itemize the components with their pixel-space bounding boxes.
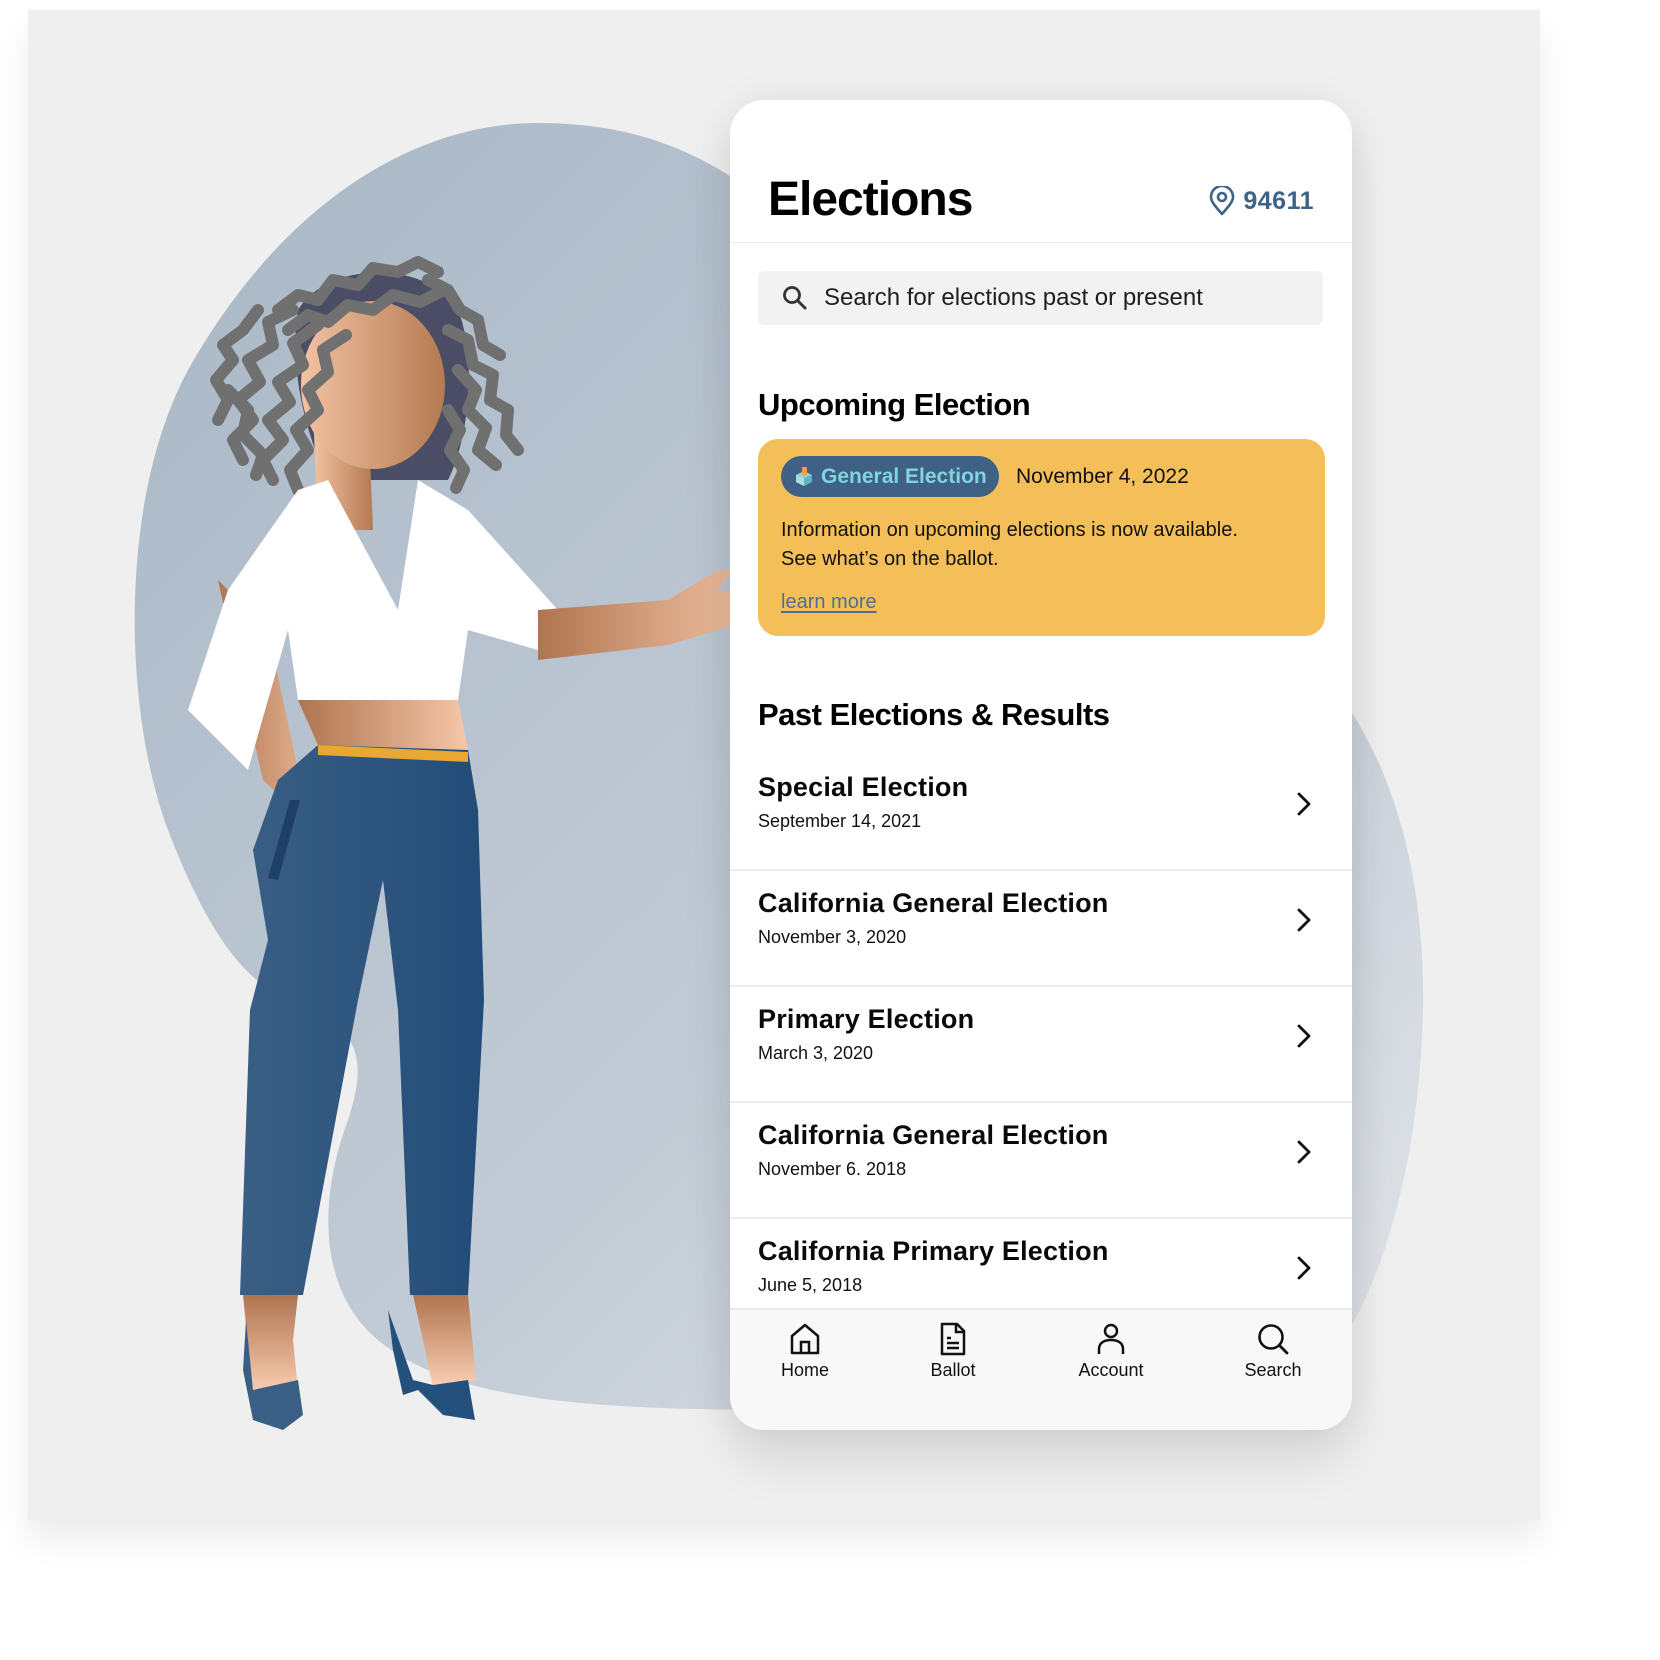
upcoming-election-card: General Election November 4, 2022 Inform…: [758, 439, 1325, 636]
learn-more-link[interactable]: learn more: [781, 591, 877, 614]
list-item[interactable]: California General Election November 6. …: [730, 1103, 1352, 1219]
phone-app-screen: Elections 94611 Upcoming Election: [730, 100, 1352, 1430]
nav-home[interactable]: Home: [750, 1322, 860, 1381]
background-canvas: Elections 94611 Upcoming Election: [28, 10, 1540, 1520]
app-header: Elections 94611: [730, 100, 1352, 243]
election-date: November 6. 2018: [758, 1159, 907, 1179]
election-name: California Primary Election: [758, 1236, 1109, 1266]
election-name: Special Election: [758, 772, 969, 802]
chevron-right-icon: [1297, 1024, 1311, 1048]
nav-label: Home: [780, 1360, 829, 1380]
list-item[interactable]: Special Election September 14, 2021: [730, 755, 1352, 871]
nav-label: Account: [1078, 1360, 1144, 1380]
election-date: September 14, 2021: [758, 811, 922, 831]
zip-code: 94611: [1243, 186, 1314, 215]
document-icon: [940, 1322, 966, 1356]
nav-search[interactable]: Search: [1218, 1322, 1328, 1381]
nav-label: Search: [1244, 1360, 1302, 1380]
page-title: Elections: [768, 173, 973, 226]
ballot-box-icon: [796, 466, 812, 486]
past-elections-list: Special Election September 14, 2021 Cali…: [730, 755, 1352, 1333]
nav-account[interactable]: Account: [1056, 1322, 1166, 1381]
election-date: March 3, 2020: [758, 1043, 874, 1063]
past-section-title: Past Elections & Results: [758, 697, 1110, 732]
search-bar[interactable]: [758, 271, 1323, 325]
election-name: California General Election: [758, 1120, 1109, 1150]
election-date: June 5, 2018: [758, 1275, 863, 1295]
chevron-right-icon: [1297, 1256, 1311, 1280]
search-icon: [1258, 1324, 1289, 1355]
chevron-right-icon: [1297, 908, 1311, 932]
bottom-navigation: Home Ballot Account Search: [730, 1308, 1352, 1430]
location-zip-button[interactable]: 94611: [1209, 186, 1314, 216]
election-date: November 3, 2020: [758, 927, 907, 947]
election-type-badge: General Election: [781, 456, 999, 497]
description-line: See what’s on the ballot.: [781, 548, 999, 570]
description-line: Information on upcoming elections is now…: [781, 519, 1238, 541]
nav-label: Ballot: [930, 1360, 976, 1380]
list-item[interactable]: California General Election November 3, …: [730, 871, 1352, 987]
election-name: Primary Election: [758, 1004, 975, 1034]
search-icon: [783, 286, 807, 310]
chevron-right-icon: [1297, 792, 1311, 816]
nav-ballot[interactable]: Ballot: [898, 1322, 1008, 1381]
list-item[interactable]: Primary Election March 3, 2020: [730, 987, 1352, 1103]
user-icon: [1097, 1323, 1125, 1354]
upcoming-section-title: Upcoming Election: [758, 387, 1031, 422]
badge-label: General Election: [821, 464, 987, 488]
election-name: California General Election: [758, 888, 1109, 918]
map-pin-icon: [1210, 186, 1235, 216]
search-input[interactable]: [824, 284, 1294, 312]
home-icon: [790, 1323, 820, 1355]
upcoming-election-date: November 4, 2022: [1016, 465, 1189, 488]
upcoming-description: Information on upcoming elections is now…: [781, 516, 1311, 574]
chevron-right-icon: [1297, 1140, 1311, 1164]
